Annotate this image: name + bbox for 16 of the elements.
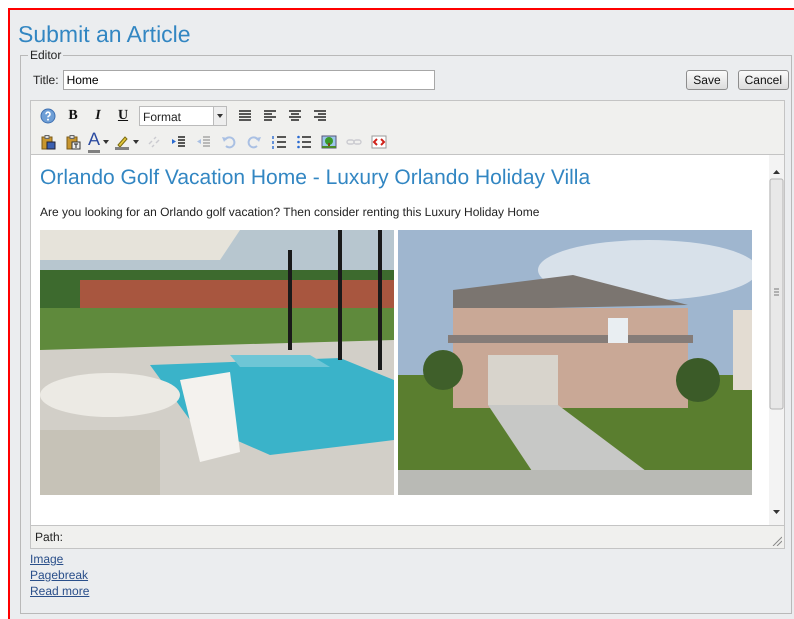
underline-button[interactable]: U — [113, 106, 133, 126]
editor-link[interactable]: Image — [30, 551, 64, 567]
editor-link[interactable]: Pagebreak — [30, 567, 88, 583]
title-input[interactable]: Home — [62, 70, 435, 90]
editor-link[interactable]: Read more — [30, 583, 90, 599]
cancel-button[interactable]: Cancel — [738, 70, 789, 90]
italic-button[interactable]: I — [88, 106, 108, 126]
article-heading: Orlando Golf Vacation Home - Luxury Orlando Holiday Villa — [40, 165, 592, 191]
title-label: Title: — [33, 73, 59, 87]
page-title: Submit an Article — [18, 20, 192, 48]
bold-button[interactable]: B — [63, 106, 83, 126]
article-paragraph: Are you looking for an Orlando golf vacation? Then consider renting this Luxury Holiday Home — [40, 205, 540, 219]
format-dropdown[interactable]: Format — [139, 106, 227, 126]
save-button[interactable]: Save — [686, 70, 728, 90]
fieldset-legend: Editor — [28, 48, 64, 62]
path-label: Path: — [35, 530, 64, 544]
